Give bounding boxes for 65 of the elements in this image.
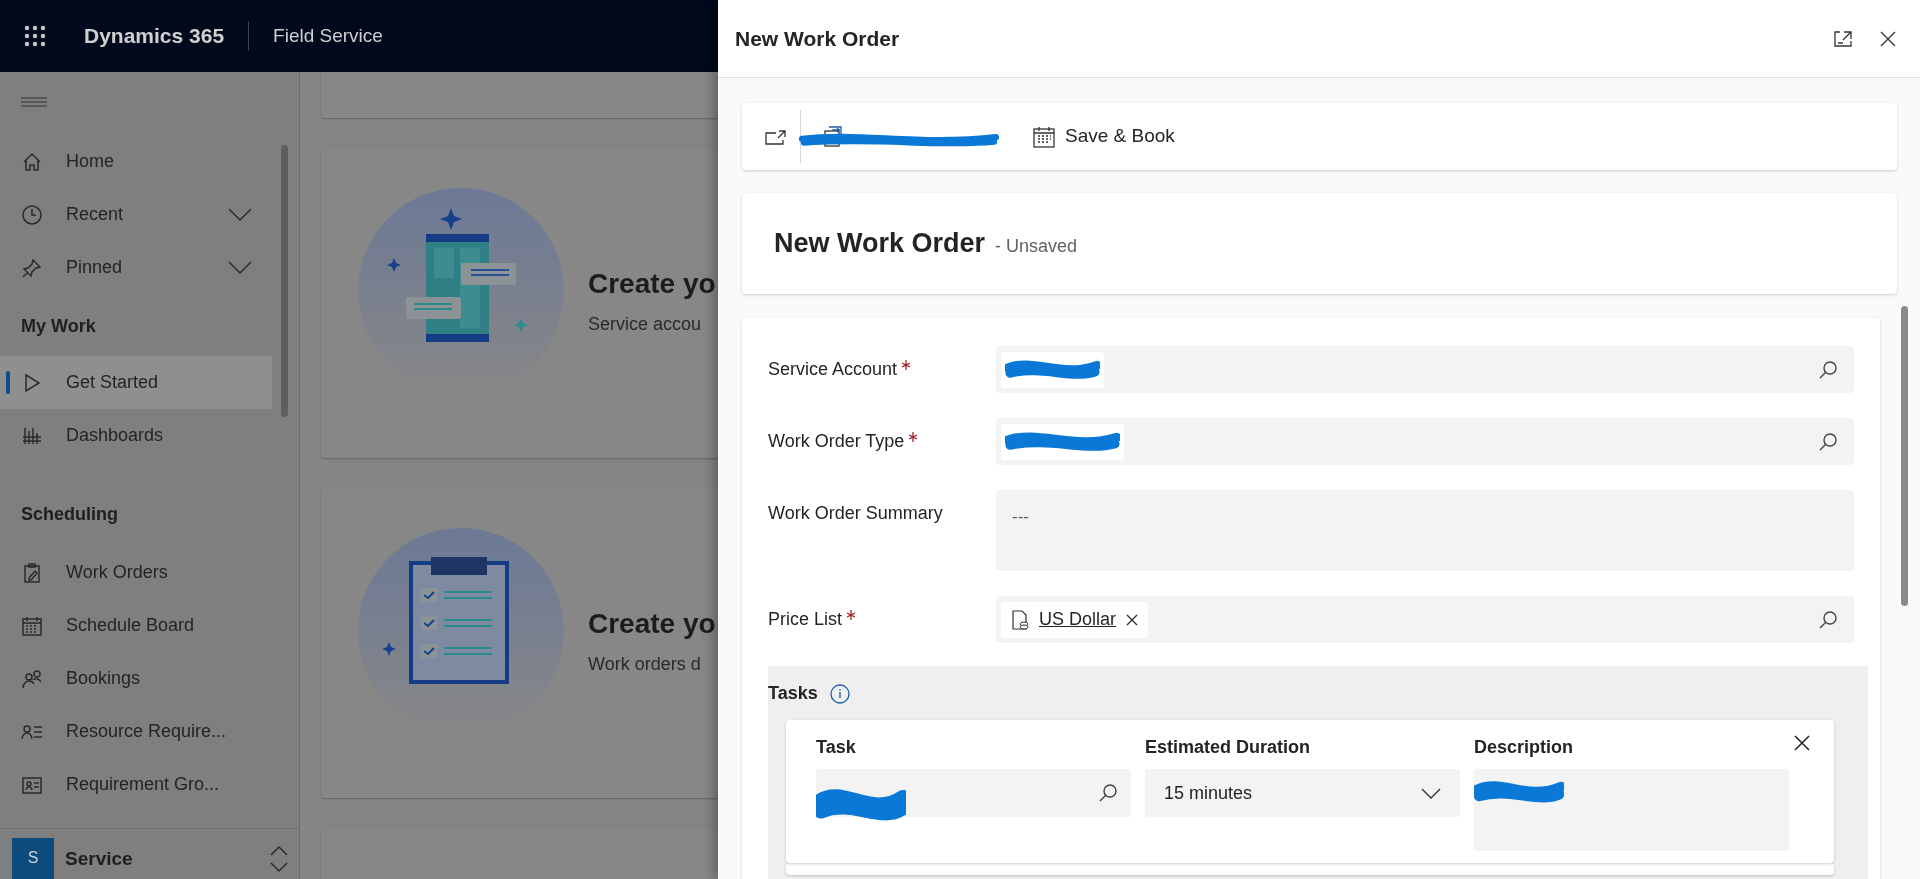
nav-item[interactable]: Resource Require...	[0, 705, 272, 758]
close-icon[interactable]	[1794, 735, 1810, 751]
panel-title: New Work Order	[735, 25, 900, 52]
field-label: Service Account	[768, 358, 898, 381]
section-heading: My Work	[20, 315, 97, 338]
save-close-icon[interactable]	[823, 124, 843, 147]
chevron-icon	[1421, 787, 1441, 799]
description-field[interactable]	[1474, 769, 1789, 851]
search-icon[interactable]	[1099, 784, 1117, 802]
nav-item[interactable]: Get Started	[0, 356, 272, 409]
lookup-field[interactable]: US Dollar	[996, 596, 1854, 643]
nav-icon	[21, 256, 43, 279]
section-title: Tasks	[768, 682, 818, 705]
close-icon[interactable]	[1880, 30, 1896, 47]
nav-item[interactable]: Dashboards	[0, 409, 272, 462]
toolbar-button[interactable]: Save & Book	[1033, 116, 1175, 157]
duration-dropdown[interactable]: 15 minutes	[1145, 769, 1460, 817]
lookup-tag[interactable]: US Dollar	[1001, 601, 1149, 638]
calendar-icon	[1033, 125, 1055, 148]
search-icon[interactable]	[1819, 610, 1837, 629]
scrollbar[interactable]	[1901, 306, 1908, 606]
nav-item[interactable]: Pinned	[0, 241, 272, 294]
nav-item[interactable]: Home	[0, 135, 272, 188]
column-header: Task	[816, 736, 857, 759]
card-text: Work orders d	[588, 653, 702, 676]
info-icon[interactable]	[829, 683, 850, 704]
nav-icon	[21, 561, 43, 584]
popout-icon[interactable]	[765, 128, 787, 145]
nav-item[interactable]: Recent	[0, 188, 272, 241]
nav-item[interactable]: Schedule Board	[0, 599, 272, 652]
card-text: Service accou	[588, 313, 703, 336]
record-title: New Work Order	[774, 227, 986, 261]
nav-icon	[21, 150, 43, 173]
chevron-icon[interactable]	[228, 260, 252, 275]
nav-item[interactable]: Work Orders	[0, 546, 272, 599]
search-icon[interactable]	[1819, 432, 1837, 451]
card-title: Create yo	[588, 267, 716, 301]
nav-icon	[21, 667, 43, 690]
card-title: Create yo	[588, 607, 716, 641]
scrollbar[interactable]	[281, 145, 288, 417]
app-title[interactable]: Dynamics 365	[84, 20, 225, 52]
lookup-field[interactable]	[996, 418, 1854, 465]
chevron-icon[interactable]	[228, 207, 252, 222]
expand-icon[interactable]	[1834, 30, 1852, 47]
field-label: Work Order Summary	[768, 502, 943, 525]
app-launcher-icon[interactable]	[24, 25, 46, 47]
section-heading: Scheduling	[20, 503, 119, 526]
nav-icon	[21, 203, 43, 226]
nav-item[interactable]: Bookings	[0, 652, 272, 705]
switch-area-icon[interactable]	[269, 846, 288, 872]
text-area[interactable]: ---	[996, 490, 1854, 571]
column-header: Estimated Duration	[1145, 736, 1312, 759]
area-avatar: S	[12, 838, 54, 879]
remove-icon[interactable]	[1126, 613, 1139, 626]
search-icon[interactable]	[1819, 360, 1837, 379]
nav-icon	[21, 614, 43, 637]
save-status: - Unsaved	[995, 235, 1078, 258]
document-icon	[1011, 609, 1029, 630]
app-name: Field Service	[273, 23, 383, 48]
column-header: Description	[1474, 736, 1575, 759]
nav-item[interactable]: Requirement Gro...	[0, 758, 272, 811]
area-switcher[interactable]: Service	[65, 844, 133, 874]
lookup-field[interactable]	[996, 346, 1854, 393]
field-label: Work Order Type	[768, 430, 905, 453]
field-label: Price List	[768, 608, 843, 631]
